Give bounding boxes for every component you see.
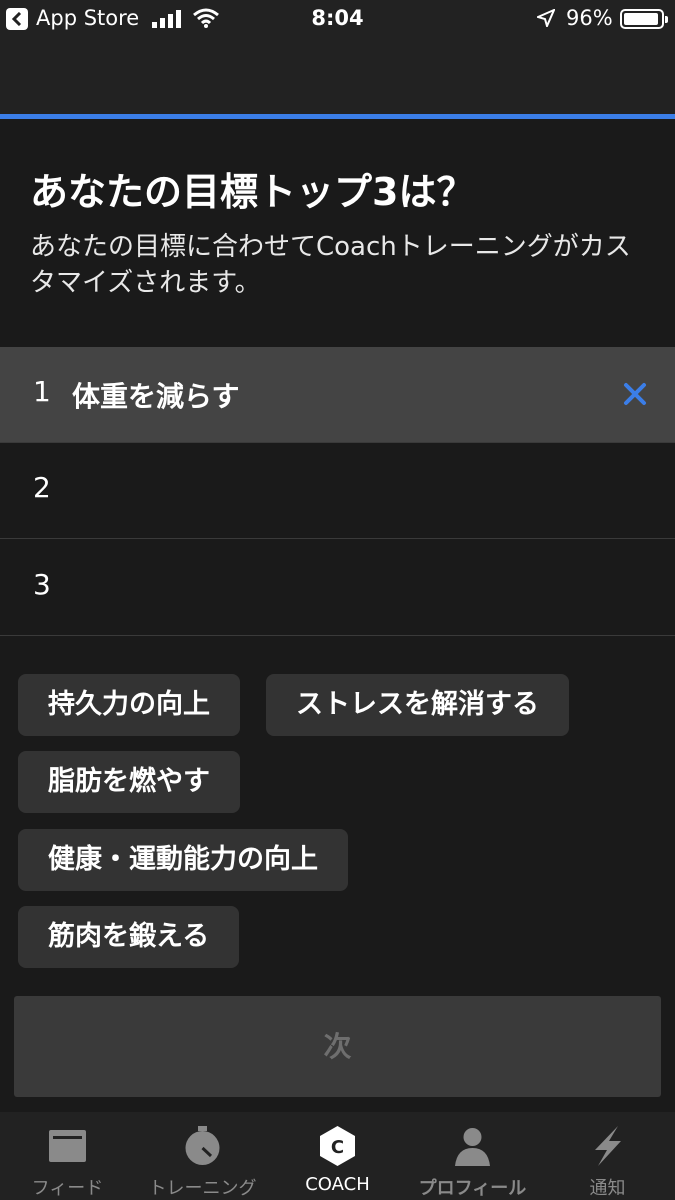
tab-label: プロフィール: [418, 1178, 527, 1199]
tab-training[interactable]: トレーニング: [135, 1112, 270, 1200]
battery-icon: [620, 9, 668, 29]
tab-bar: フィード トレーニング C COACH プロフィール 通知: [0, 1112, 675, 1200]
lightning-icon: [595, 1126, 621, 1166]
stopwatch-icon: [185, 1126, 220, 1165]
svg-text:C: C: [331, 1137, 344, 1158]
goal-number: 1: [33, 375, 51, 408]
question-header: あなたの目標トップ3は？ あなたの目標に合わせてCoachトレーニングがカスタマ…: [0, 119, 675, 347]
goal-slot-2[interactable]: 2: [0, 443, 675, 539]
tab-coach[interactable]: C COACH: [270, 1112, 405, 1200]
goal-slot-3[interactable]: 3: [0, 540, 675, 636]
nav-bar: [0, 38, 675, 116]
tab-label: フィード: [31, 1178, 104, 1199]
goal-option-fitness[interactable]: 健康・運動能力の向上: [18, 829, 348, 891]
goal-slot-1[interactable]: 1 体重を減らす: [0, 347, 675, 443]
battery-percent: 96%: [566, 6, 613, 30]
goal-number: 2: [33, 471, 51, 504]
feed-icon: [49, 1130, 86, 1162]
goal-option-muscle[interactable]: 筋肉を鍛える: [18, 906, 240, 968]
tab-notifications[interactable]: 通知: [540, 1112, 675, 1200]
next-button[interactable]: 次: [14, 996, 661, 1097]
page-subtitle: あなたの目標に合わせてCoachトレーニングがカスタマイズされます。: [30, 232, 631, 298]
goal-label: 体重を減らす: [72, 380, 240, 413]
remove-goal-icon[interactable]: [622, 381, 648, 407]
tab-feed[interactable]: フィード: [0, 1112, 135, 1200]
goal-number: 3: [33, 568, 51, 601]
status-bar: App Store 8:04 96%: [0, 0, 675, 38]
tab-profile[interactable]: プロフィール: [405, 1112, 540, 1200]
tab-label: トレーニング: [148, 1178, 257, 1199]
coach-icon: C: [320, 1126, 355, 1166]
goal-option-burn-fat[interactable]: 脂肪を燃やす: [18, 751, 240, 813]
goal-option-stress[interactable]: ストレスを解消する: [266, 674, 569, 736]
tab-label: COACH: [305, 1174, 370, 1195]
location-arrow-icon: [537, 9, 555, 27]
page-title: あなたの目標トップ3は？: [30, 170, 475, 214]
profile-icon: [455, 1128, 490, 1166]
tab-label: 通知: [589, 1178, 626, 1199]
goal-option-endurance[interactable]: 持久力の向上: [18, 674, 240, 736]
